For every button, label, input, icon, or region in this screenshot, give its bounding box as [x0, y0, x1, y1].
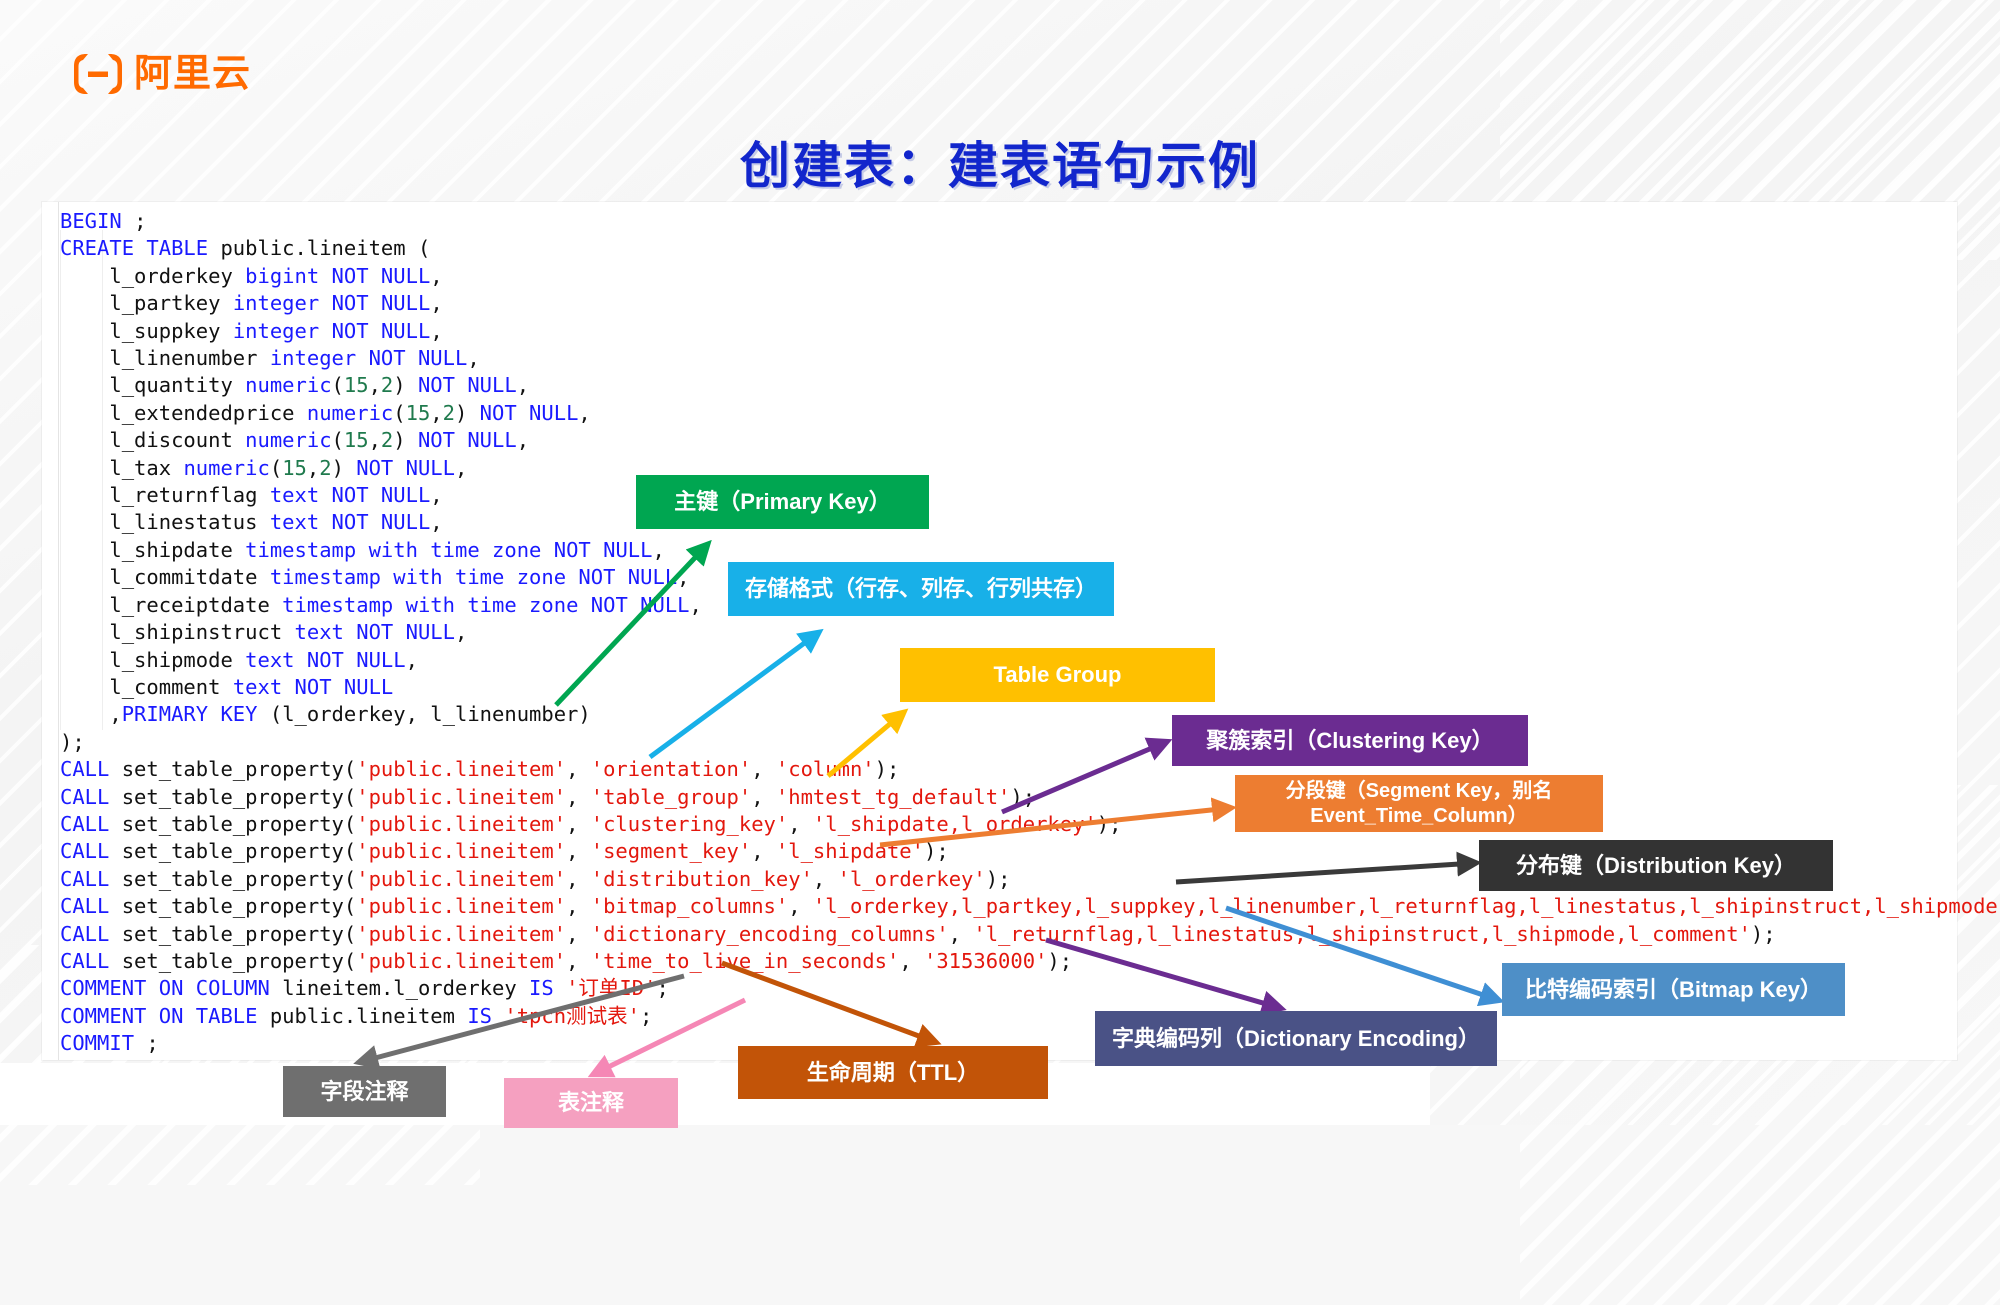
callout-primary-key: 主键（Primary Key） [636, 475, 929, 529]
callout-segment-key: 分段键（Segment Key，别名 Event_Time_Column） [1235, 775, 1603, 832]
background-white-strip [0, 1063, 1430, 1125]
callout-label: 分布键（Distribution Key） [1516, 852, 1796, 878]
sql-code-block: BEGIN ; CREATE TABLE public.lineitem ( l… [60, 209, 2000, 1056]
callout-dictionary-encoding: 字典编码列（Dictionary Encoding） [1095, 1011, 1497, 1066]
alibaba-cloud-bracket-icon [74, 54, 122, 94]
callout-column-comment: 字段注释 [283, 1066, 446, 1117]
callout-label: 主键（Primary Key） [674, 489, 891, 515]
alibaba-cloud-logo: 阿里云 [72, 52, 251, 96]
callout-table-group: Table Group [900, 648, 1215, 702]
callout-label: 字段注释 [320, 1078, 409, 1104]
callout-table-comment: 表注释 [504, 1078, 678, 1128]
sql-code-panel: BEGIN ; CREATE TABLE public.lineitem ( l… [42, 202, 2000, 1060]
callout-clustering-key: 聚簇索引（Clustering Key） [1172, 715, 1528, 766]
callout-label: 分段键（Segment Key，别名 Event_Time_Column） [1285, 779, 1553, 827]
callout-distribution-key: 分布键（Distribution Key） [1479, 840, 1833, 891]
callout-label: 表注释 [557, 1090, 624, 1116]
callout-label: Table Group [993, 662, 1122, 688]
callout-storage-format: 存储格式（行存、列存、行列共存） [728, 562, 1114, 616]
callout-bitmap-key: 比特编码索引（Bitmap Key） [1502, 963, 1845, 1016]
callout-label: 存储格式（行存、列存、行列共存） [744, 576, 1097, 602]
callout-label: 比特编码索引（Bitmap Key） [1524, 976, 1823, 1002]
callout-label: 聚簇索引（Clustering Key） [1206, 727, 1494, 753]
logo-wordmark: 阿里云 [134, 53, 252, 95]
callout-label: 字典编码列（Dictionary Encoding） [1112, 1025, 1480, 1051]
page-title: 创建表：建表语句示例 [740, 138, 1260, 194]
callout-label: 生命周期（TTL） [806, 1059, 980, 1085]
code-gutter [42, 202, 59, 1060]
callout-ttl: 生命周期（TTL） [738, 1046, 1048, 1099]
